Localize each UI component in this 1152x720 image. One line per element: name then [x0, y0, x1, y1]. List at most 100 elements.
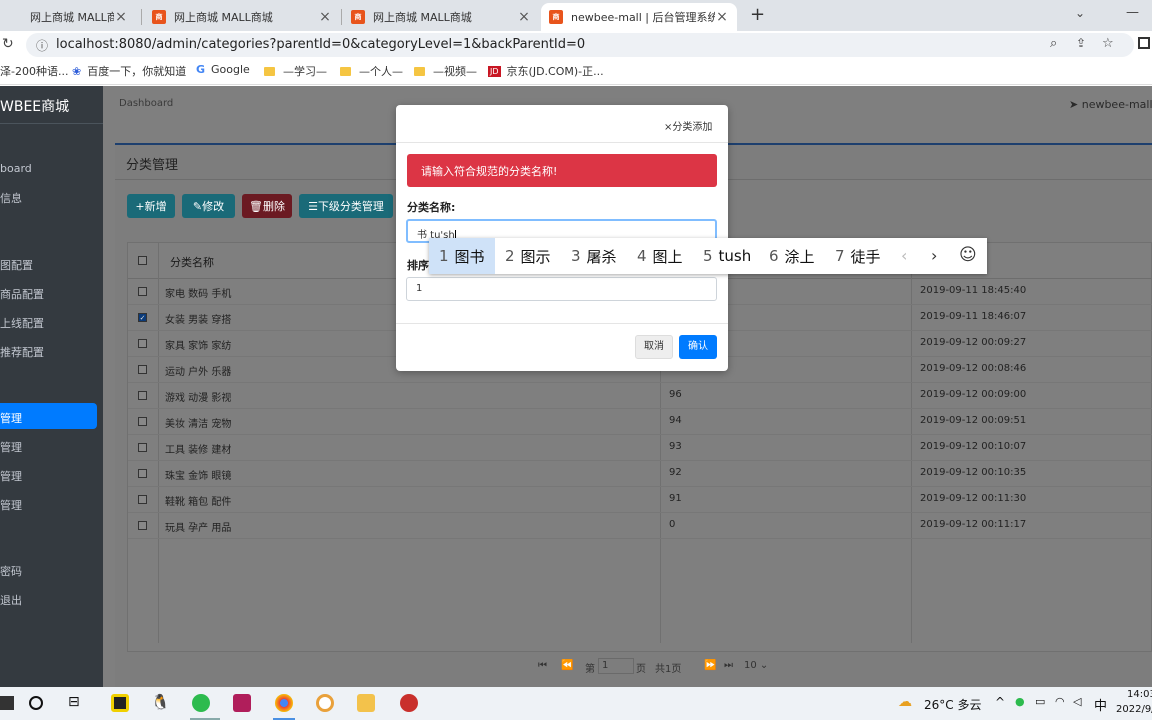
sidebar-item-order-manage[interactable]: 管理 [0, 468, 22, 484]
ime-candidate[interactable]: 7 徒手 [825, 238, 891, 274]
browser-tab-4-active[interactable]: 商 newbee-mall | 后台管理系统 × [541, 3, 737, 31]
sticky-app-icon[interactable] [111, 694, 129, 712]
row-checkbox[interactable] [138, 287, 147, 296]
bookmark-star-icon[interactable]: ☆ [1102, 36, 1114, 51]
bookmark-folder-personal[interactable]: —个人— [340, 63, 403, 79]
ime-candidate[interactable]: 2 图示 [495, 238, 561, 274]
bookmark-jd[interactable]: JD 京东(JD.COM)-正... [488, 63, 604, 79]
recorder-icon[interactable] [400, 694, 418, 712]
ime-candidate[interactable]: 4 图上 [627, 238, 693, 274]
sidebar-item-info[interactable]: 信息 [0, 190, 22, 206]
close-tab-icon[interactable]: × [715, 9, 729, 25]
table-row[interactable]: 工具 装修 建材 93 2019-09-12 00:10:07 [128, 435, 1152, 461]
cancel-button[interactable]: 取消 [635, 335, 673, 359]
ime-candidate[interactable]: 1 图书 [429, 238, 495, 274]
select-all-checkbox[interactable] [138, 256, 147, 265]
rank-input[interactable]: 1 [406, 277, 717, 301]
bookmark-google[interactable]: G Google [196, 63, 250, 76]
ime-candidate[interactable]: 5 tush [693, 238, 761, 274]
table-row[interactable]: 美妆 清洁 宠物 94 2019-09-12 00:09:51 [128, 409, 1152, 435]
row-checkbox[interactable] [138, 365, 147, 374]
next-page-icon[interactable]: ⏩ [704, 660, 716, 671]
admin-user[interactable]: ➤ newbee-mall [1069, 98, 1152, 111]
sidebar-item-password[interactable]: 密码 [0, 563, 22, 579]
bookmark-folder-video[interactable]: —视频— [414, 63, 477, 79]
row-checkbox[interactable] [138, 521, 147, 530]
bookmark-baidu[interactable]: ❀ 百度一下，你就知道 [72, 63, 186, 79]
sidebar-item-logout[interactable]: 退出 [0, 592, 22, 608]
prev-page-icon[interactable]: ⏪ [561, 660, 573, 671]
tray-expand-icon[interactable]: ^ [995, 695, 1005, 709]
ime-candidate[interactable]: 6 涂上 [759, 238, 825, 274]
bookmark-item[interactable]: 泽-200种语... [0, 63, 68, 79]
wifi-icon[interactable]: ◠ [1055, 695, 1065, 708]
sidebar-item-recommend-config[interactable]: 推荐配置 [0, 344, 44, 360]
ime-prev-page-icon[interactable]: ‹ [901, 246, 907, 265]
ime-candidate[interactable]: 3 屠杀 [561, 238, 627, 274]
jetbrains-icon[interactable] [233, 694, 251, 712]
battery-icon[interactable]: ▭ [1035, 695, 1045, 708]
browser-tab-3[interactable]: 商 网上商城 MALL商城 × [343, 3, 539, 31]
weather-text[interactable]: 26°C 多云 [924, 696, 981, 713]
table-row[interactable]: 游戏 动漫 影视 96 2019-09-12 00:09:00 [128, 383, 1152, 409]
row-checkbox[interactable] [138, 443, 147, 452]
sidebar-item-category-manage[interactable]: 管理 [0, 410, 22, 426]
table-row[interactable]: 鞋靴 箱包 配件 91 2019-09-12 00:11:30 [128, 487, 1152, 513]
sidebar-item-dashboard[interactable]: board [0, 162, 32, 175]
clock-date[interactable]: 2022/9/ [1116, 704, 1152, 715]
page-number-input[interactable]: 1 [598, 658, 634, 674]
start-icon[interactable] [0, 696, 14, 710]
browser-tab-1[interactable]: 商 网上商城 MALL商城 × [0, 3, 136, 31]
edit-button[interactable]: ✎ 修改 [182, 194, 235, 218]
volume-icon[interactable]: ◁ [1073, 695, 1081, 708]
side-panel-icon[interactable] [1138, 37, 1150, 49]
close-tab-icon[interactable]: × [114, 9, 128, 25]
confirm-button[interactable]: 确认 [679, 335, 717, 359]
browser-tab-2[interactable]: 商 网上商城 MALL商城 × [144, 3, 340, 31]
add-button[interactable]: + 新增 [127, 194, 175, 218]
sidebar-item-user-manage[interactable]: 管理 [0, 497, 22, 513]
search-circle-icon[interactable] [29, 696, 43, 710]
tray-wechat-icon[interactable]: ● [1015, 695, 1025, 708]
sidebar-item-goods-config[interactable]: 商品配置 [0, 286, 44, 302]
sidebar-item-carousel-config[interactable]: 图配置 [0, 257, 33, 273]
table-row[interactable]: 玩具 孕产 用品 0 2019-09-12 00:11:17 [128, 513, 1152, 539]
breadcrumb[interactable]: Dashboard [119, 98, 173, 109]
new-tab-button[interactable]: + [750, 4, 765, 25]
clock-time[interactable]: 14:03 [1127, 689, 1152, 700]
row-checkbox[interactable] [138, 495, 147, 504]
chrome-icon[interactable] [275, 694, 293, 712]
wechat-icon[interactable] [192, 694, 210, 712]
table-row[interactable]: 珠宝 金饰 眼镜 92 2019-09-12 00:10:35 [128, 461, 1152, 487]
close-tab-icon[interactable]: × [517, 9, 531, 25]
weather-icon[interactable]: ☁ [898, 694, 912, 710]
ime-mode-indicator[interactable]: 中 [1094, 695, 1107, 714]
close-tab-icon[interactable]: × [318, 9, 332, 25]
task-view-icon[interactable]: ⊟ [68, 694, 80, 710]
row-checkbox[interactable]: ✓ [138, 313, 147, 322]
subcategory-button[interactable]: ☰ 下级分类管理 [299, 194, 393, 218]
qq-icon[interactable]: 🐧 [151, 693, 170, 711]
sidebar-brand[interactable]: WBEE商城 [0, 96, 69, 116]
page-size-select[interactable]: 10 ⌄ [744, 660, 768, 671]
reload-icon[interactable]: ↻ [2, 36, 14, 52]
minimize-icon[interactable]: — [1126, 5, 1139, 20]
bookmark-folder-study[interactable]: —学习— [264, 63, 327, 79]
zoom-icon[interactable]: ⌕ [1050, 36, 1057, 51]
row-checkbox[interactable] [138, 417, 147, 426]
sidebar-item-new-config[interactable]: 上线配置 [0, 315, 44, 331]
ime-next-page-icon[interactable]: › [931, 246, 937, 265]
colorful-app-icon[interactable] [316, 694, 334, 712]
site-info-icon[interactable]: ⓘ [36, 37, 48, 54]
url-bar[interactable]: ⓘ localhost:8080/admin/categories?parent… [26, 33, 1134, 57]
delete-button[interactable]: 🗑 删除 [242, 194, 292, 218]
share-icon[interactable]: ⇪ [1076, 36, 1086, 50]
last-page-icon[interactable]: ⏭ [724, 660, 733, 671]
row-checkbox[interactable] [138, 339, 147, 348]
row-checkbox[interactable] [138, 391, 147, 400]
file-explorer-icon[interactable] [357, 694, 375, 712]
row-checkbox[interactable] [138, 469, 147, 478]
sidebar-item-goods-manage[interactable]: 管理 [0, 439, 22, 455]
column-header-name[interactable]: 分类名称 [170, 254, 214, 270]
first-page-icon[interactable]: ⏮ [538, 660, 547, 671]
